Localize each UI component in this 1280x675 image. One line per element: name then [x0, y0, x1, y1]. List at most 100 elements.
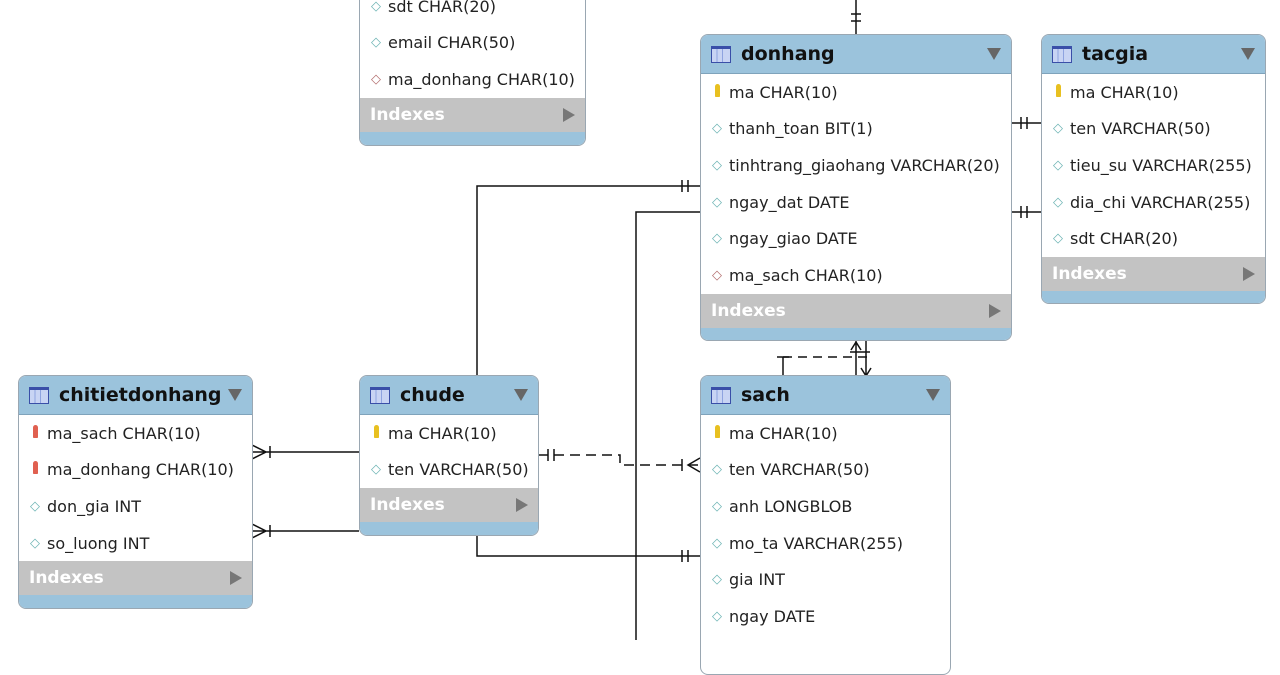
table-footer: [360, 522, 538, 535]
indexes-label: Indexes: [370, 495, 445, 516]
attribute-icon: ◇: [371, 0, 381, 14]
rel-chude-sach-marks: [547, 449, 701, 473]
rel-donhang-top: [851, 0, 861, 35]
column-row[interactable]: ◇ ngay DATE: [701, 598, 950, 635]
table-header[interactable]: chude: [360, 376, 538, 415]
indexes-section[interactable]: Indexes: [19, 561, 252, 596]
column-list: ma_sach CHAR(10) ma_donhang CHAR(10) ◇ don_…: [19, 415, 252, 561]
column-row[interactable]: ma_donhang CHAR(10): [19, 452, 252, 489]
column-list: ma CHAR(10) ◇ thanh_toan BIT(1) ◇ tinhtrang_…: [701, 74, 1011, 294]
table-icon: [711, 386, 731, 404]
attribute-icon: ◇: [712, 498, 722, 514]
column-row[interactable]: ◇ thanh_toan BIT(1): [701, 111, 1011, 148]
collapse-arrow-icon[interactable]: [228, 389, 242, 401]
indexes-label: Indexes: [711, 300, 786, 321]
table-partial[interactable]: ◇ sdt CHAR(20) ◇ email CHAR(50) ◇ ma_donhang …: [359, 0, 586, 146]
expand-arrow-icon[interactable]: [989, 303, 1001, 318]
column-label: anh LONGBLOB: [729, 496, 853, 516]
rel-chude-sach-bottom: [476, 535, 700, 562]
column-label: ngay_giao DATE: [729, 229, 858, 249]
table-name: tacgia: [1082, 43, 1149, 65]
column-label: ma_donhang CHAR(10): [388, 69, 575, 89]
expand-arrow-icon[interactable]: [1243, 266, 1255, 281]
table-name: chude: [400, 384, 465, 406]
column-label: ten VARCHAR(50): [1070, 119, 1211, 139]
table-header[interactable]: donhang: [701, 35, 1011, 74]
column-row[interactable]: ◇ anh LONGBLOB: [701, 488, 950, 525]
collapse-arrow-icon[interactable]: [987, 48, 1001, 60]
column-row[interactable]: ◇ dia_chi VARCHAR(255): [1042, 184, 1265, 221]
column-row[interactable]: ◇ mo_ta VARCHAR(255): [701, 525, 950, 562]
column-label: dia_chi VARCHAR(255): [1070, 192, 1251, 212]
expand-arrow-icon[interactable]: [230, 571, 242, 586]
column-list: ◇ sdt CHAR(20) ◇ email CHAR(50) ◇ ma_donhang …: [360, 0, 585, 98]
table-header[interactable]: chitietdonhang: [19, 376, 252, 415]
column-row[interactable]: ◇ tieu_su VARCHAR(255): [1042, 147, 1265, 184]
attribute-icon: ◇: [1053, 194, 1063, 210]
foreign-key-icon: ◇: [712, 267, 722, 283]
indexes-section[interactable]: Indexes: [360, 488, 538, 523]
collapse-arrow-icon[interactable]: [1241, 48, 1255, 60]
table-header[interactable]: tacgia: [1042, 35, 1265, 74]
column-row[interactable]: ◇ gia INT: [701, 561, 950, 598]
column-row[interactable]: ◇ ma_donhang CHAR(10): [360, 61, 585, 98]
indexes-label: Indexes: [29, 568, 104, 589]
table-tacgia[interactable]: tacgia ma CHAR(10) ◇ ten VARCHAR(50) ◇ tieu_…: [1041, 34, 1266, 304]
column-label: thanh_toan BIT(1): [729, 119, 873, 139]
column-row[interactable]: ◇ sdt CHAR(20): [360, 0, 585, 25]
rel-donhang-tacgia-1: [1011, 117, 1041, 129]
column-row[interactable]: ma CHAR(10): [701, 415, 950, 452]
table-icon: [370, 386, 390, 404]
table-name: sach: [741, 384, 790, 406]
rel-donhang-sach: [777, 340, 872, 378]
table-footer: [1042, 290, 1265, 303]
indexes-section[interactable]: Indexes: [1042, 256, 1265, 291]
column-row[interactable]: ma CHAR(10): [1042, 74, 1265, 111]
column-label: don_gia INT: [47, 496, 142, 516]
column-row[interactable]: ◇ ten VARCHAR(50): [360, 452, 538, 489]
column-row[interactable]: ◇ email CHAR(50): [360, 25, 585, 62]
column-row[interactable]: ◇ ma_sach CHAR(10): [701, 257, 1011, 294]
column-row[interactable]: ◇ ten VARCHAR(50): [701, 452, 950, 489]
attribute-icon: ◇: [1053, 121, 1063, 137]
table-icon: [711, 45, 731, 63]
foreign-key-icon: ◇: [371, 71, 381, 87]
table-chude[interactable]: chude ma CHAR(10) ◇ ten VARCHAR(50) Indexe…: [359, 375, 539, 536]
column-row[interactable]: ◇ ngay_dat DATE: [701, 184, 1011, 221]
table-donhang[interactable]: donhang ma CHAR(10) ◇ thanh_toan BIT(1) ◇ ti…: [700, 34, 1012, 341]
column-row[interactable]: ◇ tinhtrang_giaohang VARCHAR(20): [701, 147, 1011, 184]
table-header[interactable]: sach: [701, 376, 950, 415]
indexes-label: Indexes: [370, 104, 445, 125]
attribute-icon: ◇: [712, 462, 722, 478]
foreign-primary-key-icon: [28, 461, 42, 478]
attribute-icon: ◇: [712, 572, 722, 588]
column-list: ma CHAR(10) ◇ ten VARCHAR(50): [360, 415, 538, 488]
table-sach[interactable]: sach ma CHAR(10) ◇ ten VARCHAR(50) ◇ anh LON…: [700, 375, 951, 675]
column-label: ngay_dat DATE: [729, 192, 850, 212]
column-row[interactable]: ◇ don_gia INT: [19, 488, 252, 525]
column-label: sdt CHAR(20): [1070, 229, 1178, 249]
table-name: chitietdonhang: [59, 384, 222, 406]
column-row[interactable]: ◇ sdt CHAR(20): [1042, 220, 1265, 257]
table-chitietdonhang[interactable]: chitietdonhang ma_sach CHAR(10) ma_donhan…: [18, 375, 253, 609]
primary-key-icon: [710, 424, 724, 442]
foreign-primary-key-icon: [28, 424, 42, 442]
column-row[interactable]: ◇ ten VARCHAR(50): [1042, 111, 1265, 148]
column-row[interactable]: ◇ so_luong INT: [19, 525, 252, 562]
indexes-section[interactable]: Indexes: [701, 293, 1011, 328]
column-row[interactable]: ◇ ngay_giao DATE: [701, 220, 1011, 257]
attribute-icon: ◇: [1053, 231, 1063, 247]
collapse-arrow-icon[interactable]: [926, 389, 940, 401]
column-row[interactable]: ma CHAR(10): [701, 74, 1011, 111]
table-footer: [360, 131, 585, 145]
table-icon: [1052, 45, 1072, 63]
column-row[interactable]: ma CHAR(10): [360, 415, 538, 452]
collapse-arrow-icon[interactable]: [514, 389, 528, 401]
indexes-section[interactable]: Indexes: [360, 97, 585, 132]
column-label: mo_ta VARCHAR(255): [729, 533, 904, 553]
expand-arrow-icon[interactable]: [563, 107, 575, 122]
column-row[interactable]: ma_sach CHAR(10): [19, 415, 252, 452]
column-label: ngay DATE: [729, 606, 816, 626]
expand-arrow-icon[interactable]: [516, 498, 528, 513]
attribute-icon: ◇: [712, 121, 722, 137]
